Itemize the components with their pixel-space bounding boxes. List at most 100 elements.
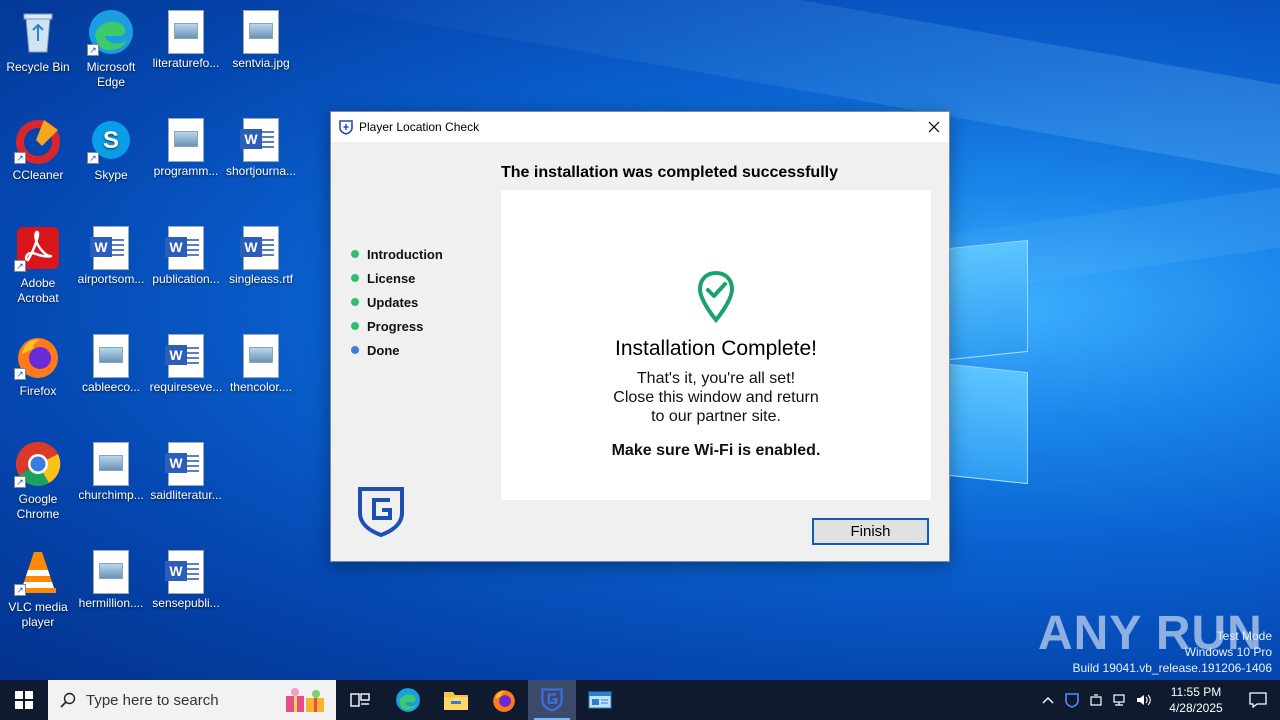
wifi-note: Make sure Wi-Fi is enabled.: [611, 442, 821, 459]
task-view-icon: [350, 693, 370, 707]
step-updates: Updates: [351, 290, 443, 314]
step-label: Updates: [367, 294, 419, 310]
desktop-icon-label: Recycle Bin: [6, 60, 70, 74]
desktop-icon-label: publication...: [152, 272, 220, 286]
desktop-icon-file[interactable]: hermillion....: [73, 548, 149, 611]
steps-list: Introduction License Updates Progress Do…: [351, 242, 443, 362]
desktop-icon-acrobat[interactable]: ↗ Adobe Acrobat: [0, 224, 76, 306]
tray-device[interactable]: [1084, 680, 1108, 720]
word-doc-icon: W: [165, 442, 204, 486]
desktop-icon-file[interactable]: W saidliteratur...: [148, 440, 224, 503]
start-button[interactable]: [0, 680, 48, 720]
notification-icon: [1249, 692, 1267, 708]
word-doc-icon: W: [240, 118, 279, 162]
step-dot: [351, 298, 359, 306]
installation-heading: The installation was completed successfu…: [501, 164, 838, 181]
desktop-icon-recycle-bin[interactable]: Recycle Bin: [0, 8, 76, 75]
desktop-icon-label: Firefox: [19, 384, 57, 398]
desktop-icon-file[interactable]: literaturefo...: [148, 8, 224, 71]
step-label: Progress: [367, 318, 424, 334]
firefox-icon: ↗: [14, 332, 62, 380]
shield-icon: [1065, 693, 1079, 708]
taskbar-edge[interactable]: [384, 680, 432, 720]
desktop-icon-label: shortjourna...: [225, 164, 297, 178]
clock-time: 11:55 PM: [1170, 685, 1222, 699]
desktop-icon-file[interactable]: W sensepubli...: [148, 548, 224, 611]
task-view-button[interactable]: [336, 680, 384, 720]
step-label: License: [367, 270, 416, 286]
close-button[interactable]: [919, 112, 949, 142]
shield-icon: [339, 120, 353, 135]
desktop-icon-label: Adobe Acrobat: [17, 276, 59, 305]
message-line: to our partner site.: [651, 408, 781, 425]
finish-button[interactable]: Finish: [812, 518, 929, 545]
desktop-icon-label: singleass.rtf: [228, 272, 294, 286]
tray-volume[interactable]: [1132, 680, 1156, 720]
tray-network[interactable]: [1108, 680, 1132, 720]
desktop-icon-label: Google Chrome: [16, 492, 60, 521]
desktop-icon-file[interactable]: sentvia.jpg: [223, 8, 299, 71]
step-license: License: [351, 266, 443, 290]
chrome-icon: ↗: [14, 440, 62, 488]
notification-center-button[interactable]: [1236, 680, 1280, 720]
desktop-icon-label: Microsoft Edge: [86, 60, 136, 89]
image-file-icon: [93, 550, 129, 594]
taskbar-installer[interactable]: [528, 680, 576, 720]
desktop-icon-label: requireseve...: [149, 380, 223, 394]
word-doc-icon: W: [90, 226, 129, 270]
dialog-titlebar[interactable]: Player Location Check: [331, 112, 949, 142]
desktop-icon-vlc[interactable]: ↗ VLC media player: [0, 548, 76, 630]
desktop-icon-file[interactable]: W publication...: [148, 224, 224, 287]
word-doc-icon: W: [240, 226, 279, 270]
show-hidden-icons-button[interactable]: [1036, 680, 1060, 720]
device-icon: [1090, 694, 1102, 706]
skype-icon: S ↗: [87, 116, 135, 164]
desktop-icon-label: programm...: [153, 164, 219, 178]
network-icon: [1113, 694, 1125, 706]
desktop-icon-skype[interactable]: S ↗ Skype: [73, 116, 149, 183]
taskbar-file-explorer[interactable]: [432, 680, 480, 720]
system-tray: 11:55 PM 4/28/2025: [1036, 680, 1280, 720]
desktop-icon-file[interactable]: thencolor....: [223, 332, 299, 395]
gift-icon: [286, 688, 324, 712]
desktop-icon-label: hermillion....: [78, 596, 144, 610]
image-file-icon: [93, 442, 129, 486]
taskbar-app[interactable]: [576, 680, 624, 720]
desktop-icon-file[interactable]: churchimp...: [73, 440, 149, 503]
desktop-icon-file[interactable]: cableeco...: [73, 332, 149, 395]
step-label: Introduction: [367, 246, 443, 262]
desktop-icon-chrome[interactable]: ↗ Google Chrome: [0, 440, 76, 522]
step-progress: Progress: [351, 314, 443, 338]
firefox-icon: [493, 690, 515, 712]
step-introduction: Introduction: [351, 242, 443, 266]
windows-start-icon: [15, 691, 33, 709]
word-doc-icon: W: [165, 226, 204, 270]
window-app-icon: [588, 691, 612, 709]
desktop-icon-label: Skype: [94, 168, 128, 182]
chevron-up-icon: [1042, 697, 1054, 704]
image-file-icon: [93, 334, 129, 378]
folder-icon: [444, 692, 468, 710]
desktop-icon-file[interactable]: programm...: [148, 116, 224, 179]
desktop-icon-file[interactable]: W airportsom...: [73, 224, 149, 287]
desktop-icon-label: thencolor....: [229, 380, 293, 394]
completion-panel: Installation Complete! That's it, you're…: [501, 190, 931, 500]
brand-shield-logo: [358, 487, 404, 538]
desktop-icon-file[interactable]: W requireseve...: [148, 332, 224, 395]
search-input[interactable]: [86, 691, 266, 709]
acrobat-icon: ↗: [14, 224, 62, 272]
step-dot: [351, 346, 359, 354]
desktop-icon-firefox[interactable]: ↗ Firefox: [0, 332, 76, 399]
taskbar-firefox[interactable]: [480, 680, 528, 720]
taskbar-search[interactable]: [48, 680, 336, 720]
watermark-line-3: Build 19041.vb_release.191206-1406: [1072, 661, 1273, 675]
desktop-icon-ccleaner[interactable]: ↗ CCleaner: [0, 116, 76, 183]
taskbar-clock[interactable]: 11:55 PM 4/28/2025: [1156, 684, 1236, 716]
tray-shield[interactable]: [1060, 680, 1084, 720]
desktop-icon-file[interactable]: W singleass.rtf: [223, 224, 299, 287]
desktop-icon-edge[interactable]: ↗ Microsoft Edge: [73, 8, 149, 90]
desktop-icon-file[interactable]: W shortjourna...: [223, 116, 299, 179]
image-file-icon: [168, 10, 204, 54]
taskbar: 11:55 PM 4/28/2025: [0, 680, 1280, 720]
desktop-icon-label: CCleaner: [12, 168, 64, 182]
